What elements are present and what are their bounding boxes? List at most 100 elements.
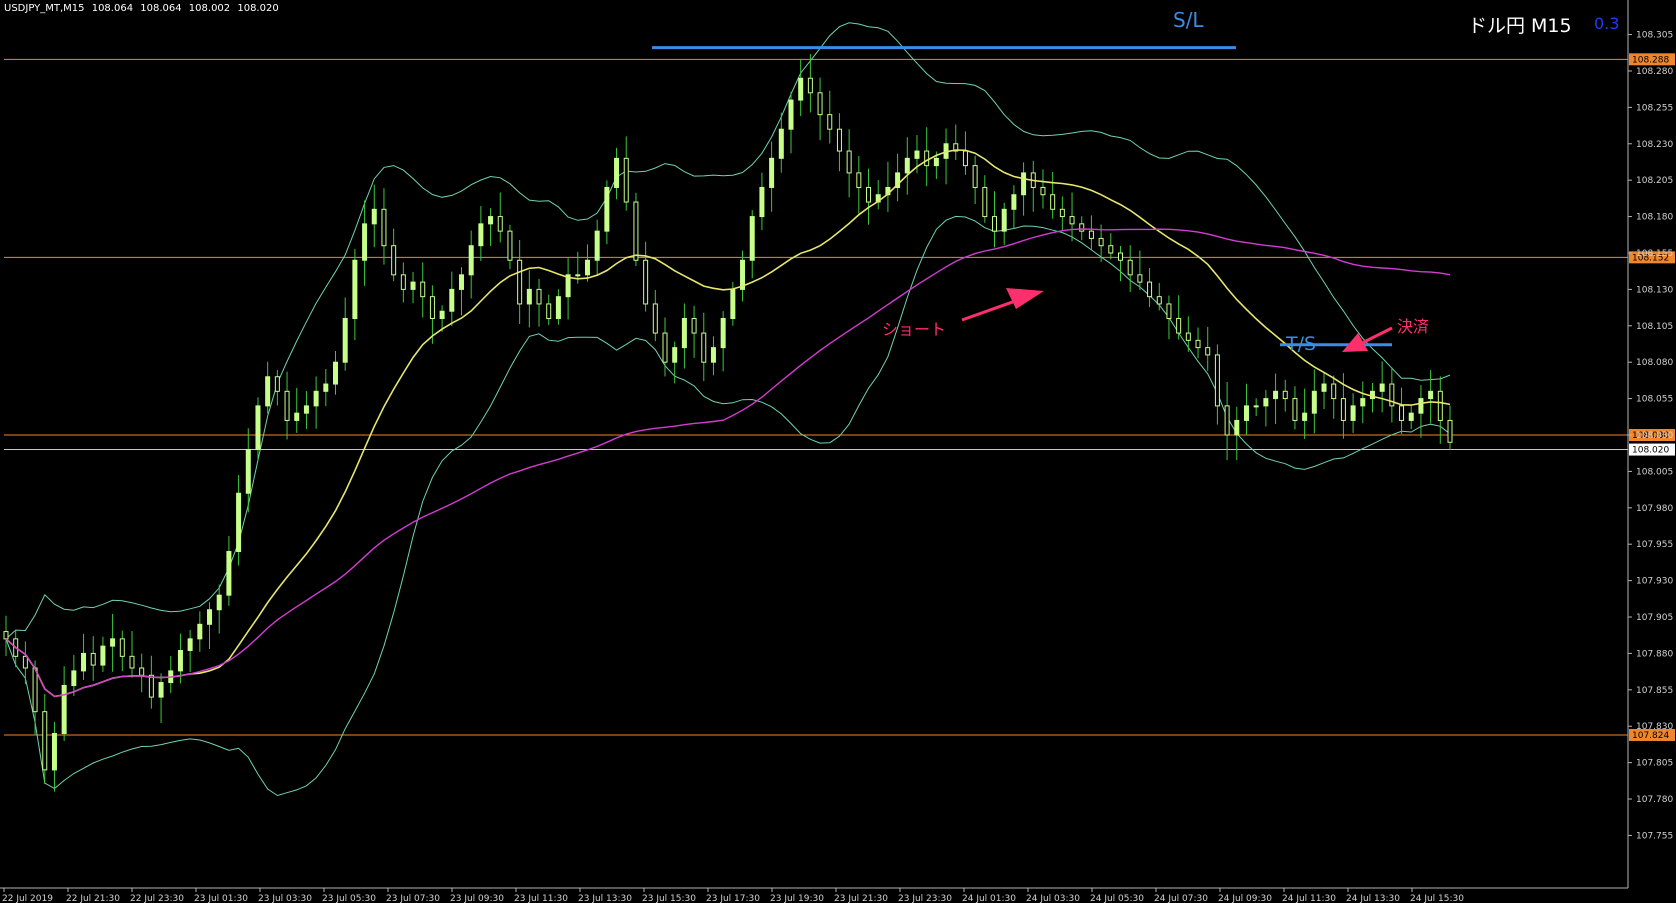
candle-body: [1418, 398, 1424, 414]
candle-body: [1001, 208, 1007, 232]
candle-body: [236, 492, 242, 552]
x-tick-label: 23 Jul 07:30: [386, 894, 440, 903]
x-tick-label: 23 Jul 03:30: [258, 894, 312, 903]
candle-body: [1059, 208, 1065, 218]
candle-body: [1263, 398, 1269, 407]
candle-body: [604, 186, 610, 232]
close-value: 108.020: [237, 3, 279, 14]
candle-body: [100, 645, 106, 666]
candle-body: [1088, 230, 1094, 239]
y-tick-label: 108.005: [1636, 467, 1673, 477]
y-tick-label: 107.830: [1636, 722, 1673, 732]
candle-body: [1399, 405, 1405, 421]
candle-body: [536, 288, 542, 305]
bollinger-upper-band: [5, 22, 1451, 640]
candle-body: [1185, 332, 1191, 341]
candle-body: [623, 157, 629, 203]
candle-body: [817, 92, 823, 116]
candle-body: [177, 650, 183, 672]
candle-body: [914, 150, 920, 159]
y-tick-label: 108.105: [1636, 322, 1673, 332]
candle-body: [1079, 223, 1085, 232]
candle-body: [119, 638, 125, 657]
candle-body: [1428, 390, 1434, 400]
candle-body: [1156, 296, 1162, 305]
candle-body: [362, 223, 368, 261]
candle-body: [139, 667, 145, 676]
candle-body: [1408, 412, 1414, 421]
candle-body: [710, 347, 716, 363]
candle-body: [323, 383, 329, 392]
candle-body: [1273, 390, 1279, 400]
settlement-label: 決済: [1397, 317, 1430, 336]
candle-body: [681, 318, 687, 349]
candle-body: [1243, 405, 1249, 421]
x-tick-label: 24 Jul 07:30: [1154, 894, 1208, 903]
bollinger-bands-layer: [5, 22, 1451, 797]
axes-layer: 108.305 108.280 108.255 108.230 108.205 108.1…: [0, 0, 1673, 903]
candle-body: [420, 281, 426, 298]
candle-body: [730, 288, 736, 320]
short-arrow-shaft: [961, 298, 1019, 322]
candle-body: [1379, 383, 1385, 392]
candle-body: [982, 186, 988, 218]
y-tick-label: 108.180: [1636, 213, 1673, 223]
candle-body: [555, 296, 561, 320]
candle-body: [836, 128, 842, 152]
high-value: 108.064: [140, 3, 182, 14]
candle-body: [633, 201, 639, 261]
candle-body: [1147, 281, 1153, 298]
candle-body: [1292, 398, 1298, 421]
candle-body: [614, 157, 620, 188]
x-tick-label: 23 Jul 19:30: [770, 894, 824, 903]
y-tick-label: 107.880: [1636, 649, 1673, 659]
candle-body: [856, 172, 862, 188]
candle-body: [924, 150, 930, 167]
candle-body: [827, 114, 833, 130]
y-tick-label: 107.755: [1636, 831, 1673, 841]
candle-body: [1331, 383, 1337, 400]
candle-body: [749, 216, 755, 261]
current-price-label: 108.020: [1632, 446, 1669, 456]
candle-body: [769, 157, 775, 188]
candle-body: [584, 259, 590, 276]
candle-body: [972, 165, 978, 188]
y-tick-label: 108.230: [1636, 140, 1673, 150]
y-tick-label: 108.205: [1636, 176, 1673, 186]
candle-body: [1311, 390, 1317, 414]
candlestick-chart[interactable]: 108.288108.152108.030107.824108.020 108.…: [0, 0, 1676, 903]
candle-body: [1214, 354, 1220, 407]
candle-body: [778, 128, 784, 159]
candle-body: [1234, 419, 1240, 436]
candle-body: [1117, 252, 1123, 261]
candle-body: [245, 449, 251, 494]
candle-body: [313, 390, 319, 407]
x-tick-label: 24 Jul 13:30: [1346, 894, 1400, 903]
bollinger-lower-band: [5, 215, 1451, 797]
candle-body: [575, 274, 581, 277]
candle-body: [429, 296, 435, 320]
chart-header: USDJPY_MT,M15 108.064 108.064 108.002 10…: [4, 3, 283, 14]
candle-body: [458, 274, 464, 290]
y-tick-label: 108.155: [1636, 249, 1673, 259]
x-tick-label: 24 Jul 03:30: [1026, 894, 1080, 903]
candle-body: [90, 652, 96, 666]
candle-body: [1350, 405, 1356, 421]
candle-body: [1340, 398, 1346, 421]
x-tick-label: 23 Jul 15:30: [642, 894, 696, 903]
x-tick-label: 22 Jul 21:30: [66, 894, 120, 903]
candle-body: [1437, 390, 1443, 421]
candle-body: [720, 318, 726, 349]
candle-body: [226, 550, 232, 596]
candle-body: [1069, 216, 1075, 225]
candle-body: [1050, 194, 1056, 210]
candle-body: [81, 652, 87, 672]
candle-body: [866, 186, 872, 203]
y-tick-label: 107.805: [1636, 759, 1673, 769]
candle-body: [71, 670, 77, 686]
candle-body: [110, 638, 116, 647]
chart-title: ドル円 M15: [1468, 15, 1572, 37]
x-tick-label: 23 Jul 01:30: [194, 894, 248, 903]
candle-body: [497, 216, 503, 232]
short-arrow-head: [1006, 288, 1044, 309]
